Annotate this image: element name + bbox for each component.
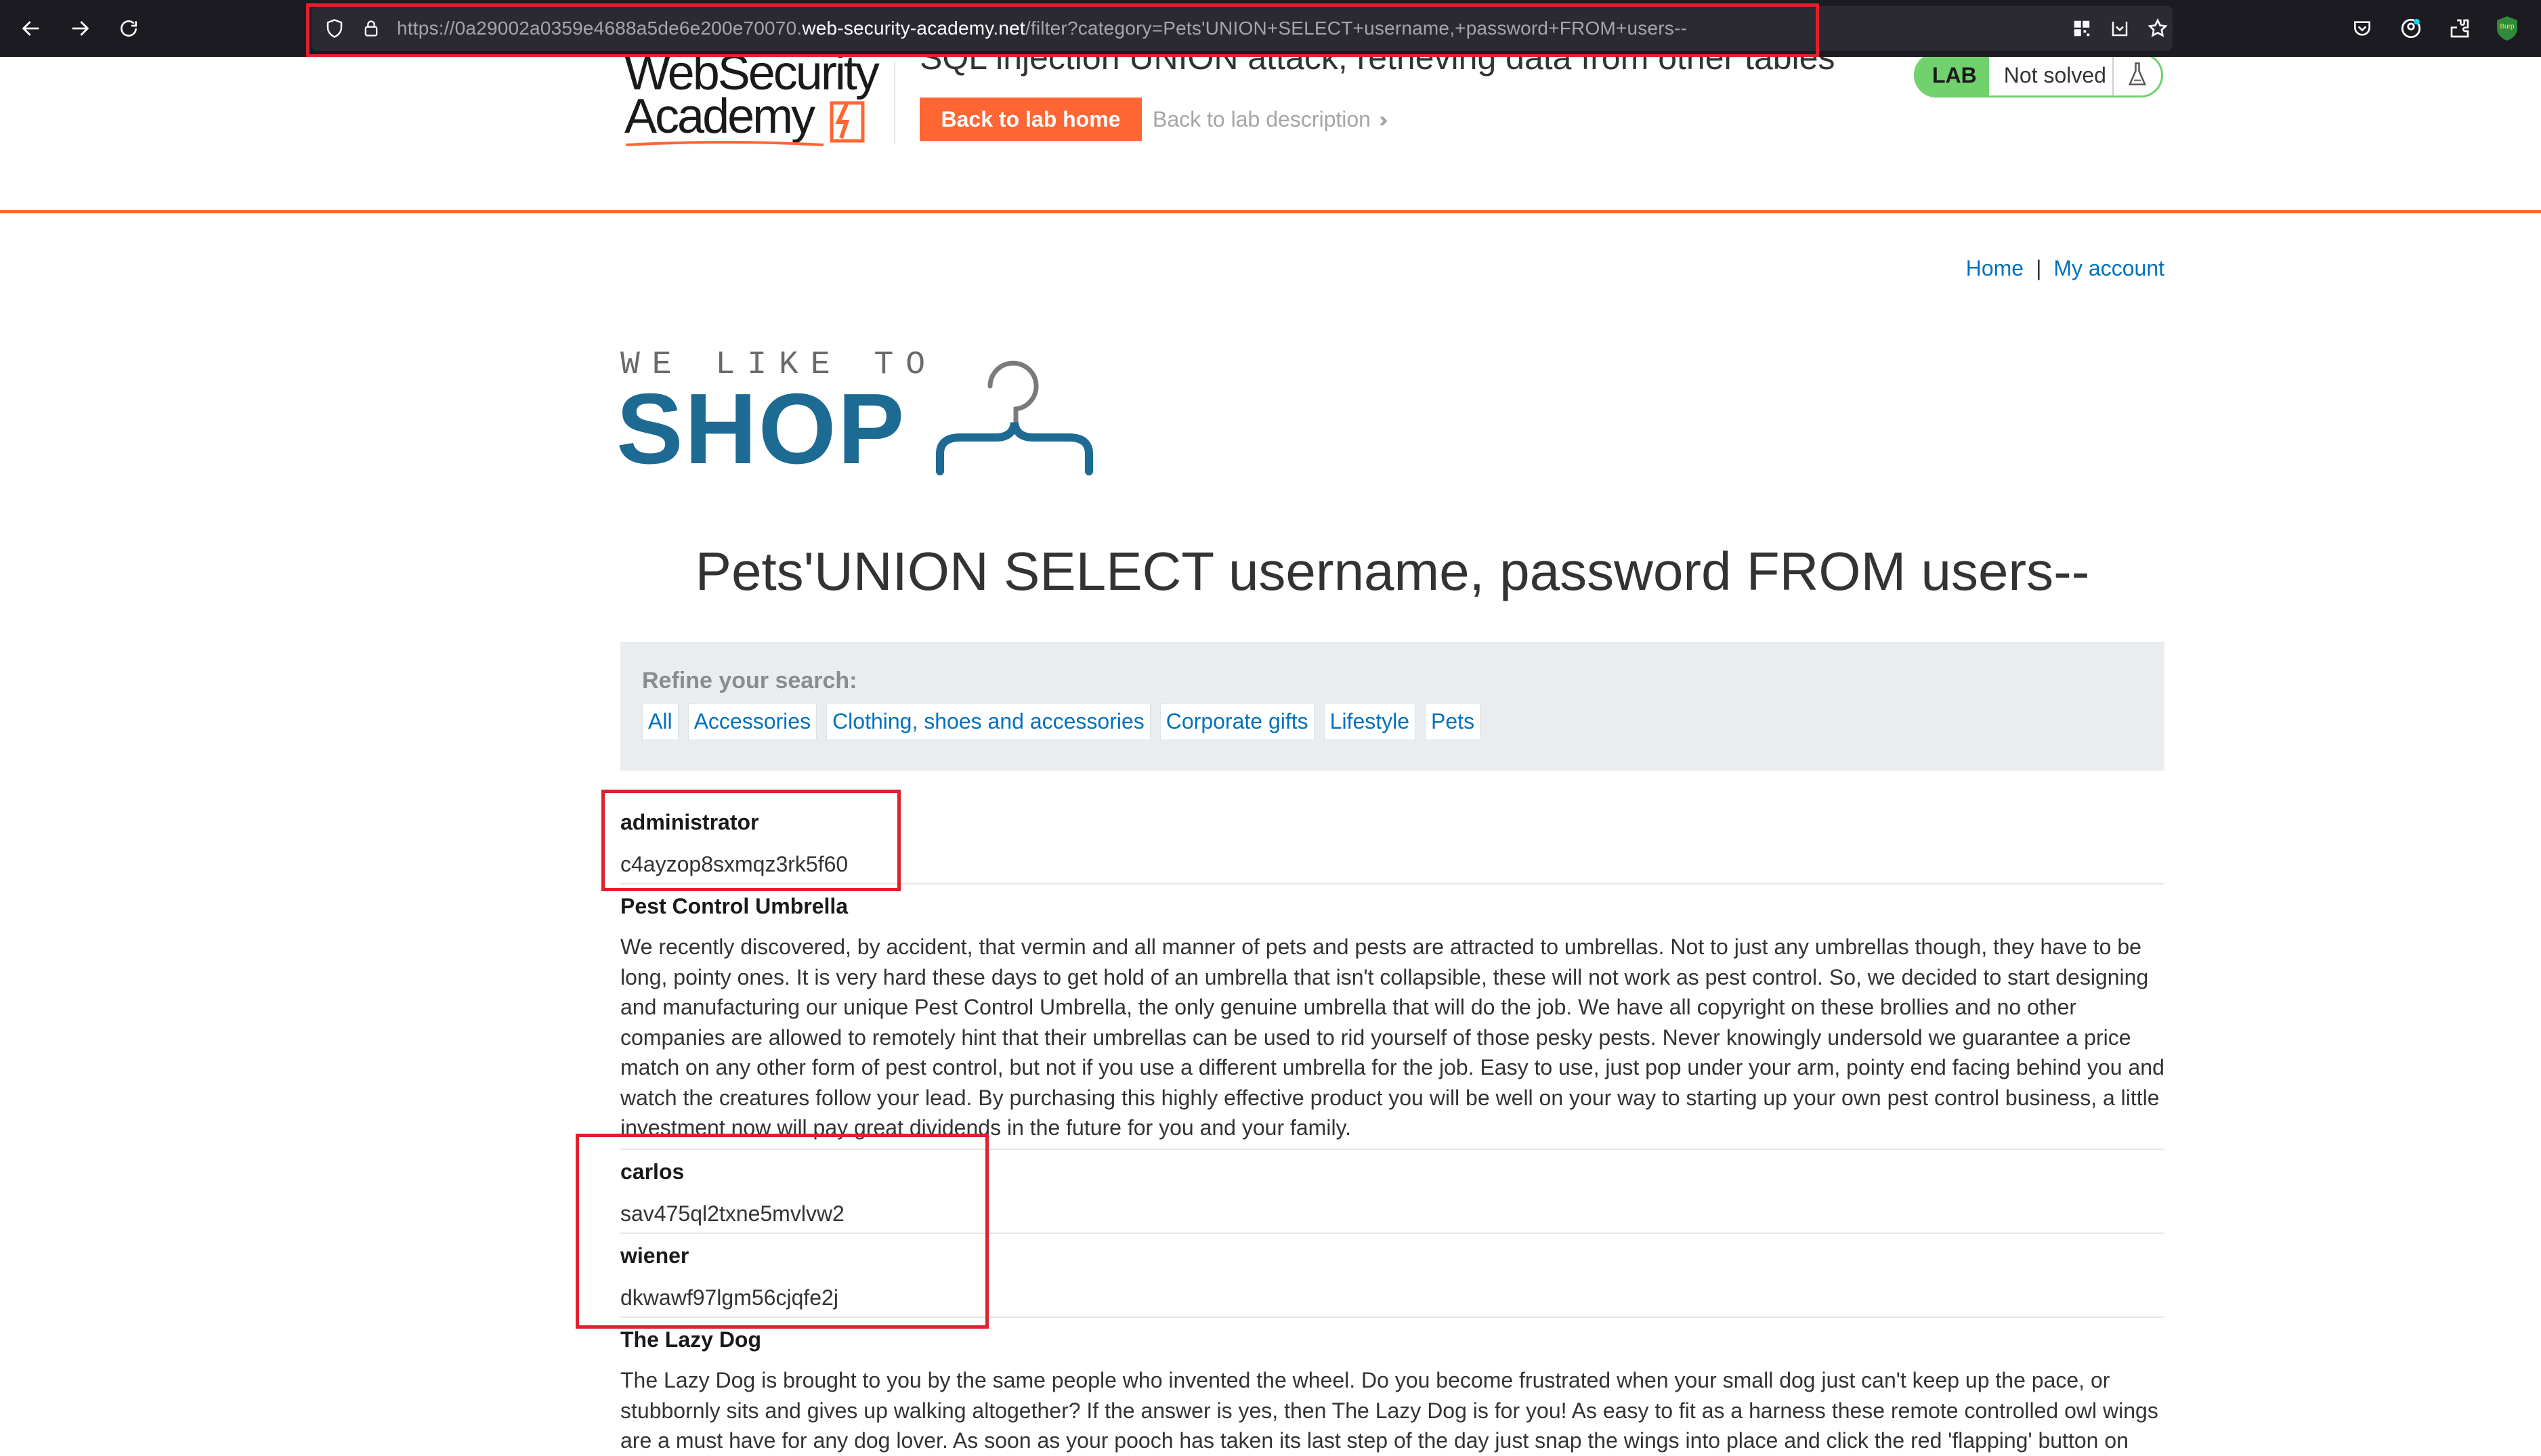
qr-code-icon[interactable] [2068, 15, 2095, 42]
result-name: Pest Control Umbrella [620, 894, 849, 918]
shop-logo-word: SHOP [616, 373, 906, 485]
burp-badge-label: Burp [2500, 23, 2515, 30]
back-to-lab-home-button[interactable]: Back to lab home [920, 98, 1142, 141]
result-text: The Lazy Dog is brought to you by the sa… [620, 1368, 2158, 1453]
lab-title: SQL injection UNION attack, retrieving d… [920, 57, 1835, 77]
nav-separator: | [2036, 256, 2042, 280]
burp-extension-icon[interactable]: Burp [2494, 15, 2521, 42]
highlight-administrator-credentials [601, 790, 901, 891]
category-all-link[interactable]: All [642, 703, 679, 740]
academy-header: WebSecurity Academy SQL injection UNION … [0, 57, 2541, 213]
lab-status-text: Not solved [2003, 62, 2106, 87]
my-account-link[interactable]: My account [2053, 256, 2164, 280]
category-lifestyle-link[interactable]: Lifestyle [1323, 703, 1416, 740]
account-nav: Home | My account [1966, 256, 2164, 281]
home-link[interactable]: Home [1966, 256, 2024, 280]
bookmark-star-icon[interactable] [2144, 15, 2171, 42]
lab-badge: LAB [1916, 57, 1989, 95]
filter-categories: All Accessories Clothing, shoes and acce… [642, 703, 1481, 740]
header-divider [894, 62, 895, 144]
category-clothing-link[interactable]: Clothing, shoes and accessories [826, 703, 1151, 740]
back-to-lab-description-link[interactable]: Back to lab description ›› [1153, 98, 1388, 141]
pocket-icon[interactable] [2349, 15, 2376, 42]
flask-icon [2112, 57, 2161, 95]
category-accessories-link[interactable]: Accessories [687, 703, 817, 740]
back-to-lab-description-label: Back to lab description [1153, 107, 1371, 131]
extensions-icon[interactable] [2446, 15, 2473, 42]
coat-hanger-icon [936, 360, 1093, 475]
filter-label: Refine your search: [642, 668, 857, 693]
category-pets-link[interactable]: Pets [1425, 703, 1481, 740]
academy-logo-line2: Academy [624, 89, 815, 144]
result-name: The Lazy Dog [620, 1327, 762, 1352]
account-icon[interactable] [2397, 15, 2425, 42]
highlight-url [306, 3, 1819, 58]
reader-download-icon[interactable] [2106, 15, 2133, 42]
academy-logo-underline [625, 141, 824, 146]
lab-status-widget: LAB Not solved [1914, 57, 2163, 98]
highlight-user-credentials [576, 1134, 989, 1329]
page-heading: Pets'UNION SELECT username, password FRO… [695, 541, 2090, 601]
filter-panel: Refine your search: All Accessories Clot… [620, 642, 2164, 771]
back-arrow-icon[interactable] [18, 15, 45, 42]
category-corporate-gifts-link[interactable]: Corporate gifts [1159, 703, 1315, 740]
academy-logo-bolt-icon [830, 101, 865, 143]
double-chevron-right-icon: ›› [1378, 107, 1388, 131]
reload-icon[interactable] [115, 15, 142, 42]
forward-arrow-icon[interactable] [66, 15, 93, 42]
result-text: We recently discovered, by accident, tha… [620, 935, 2164, 1140]
